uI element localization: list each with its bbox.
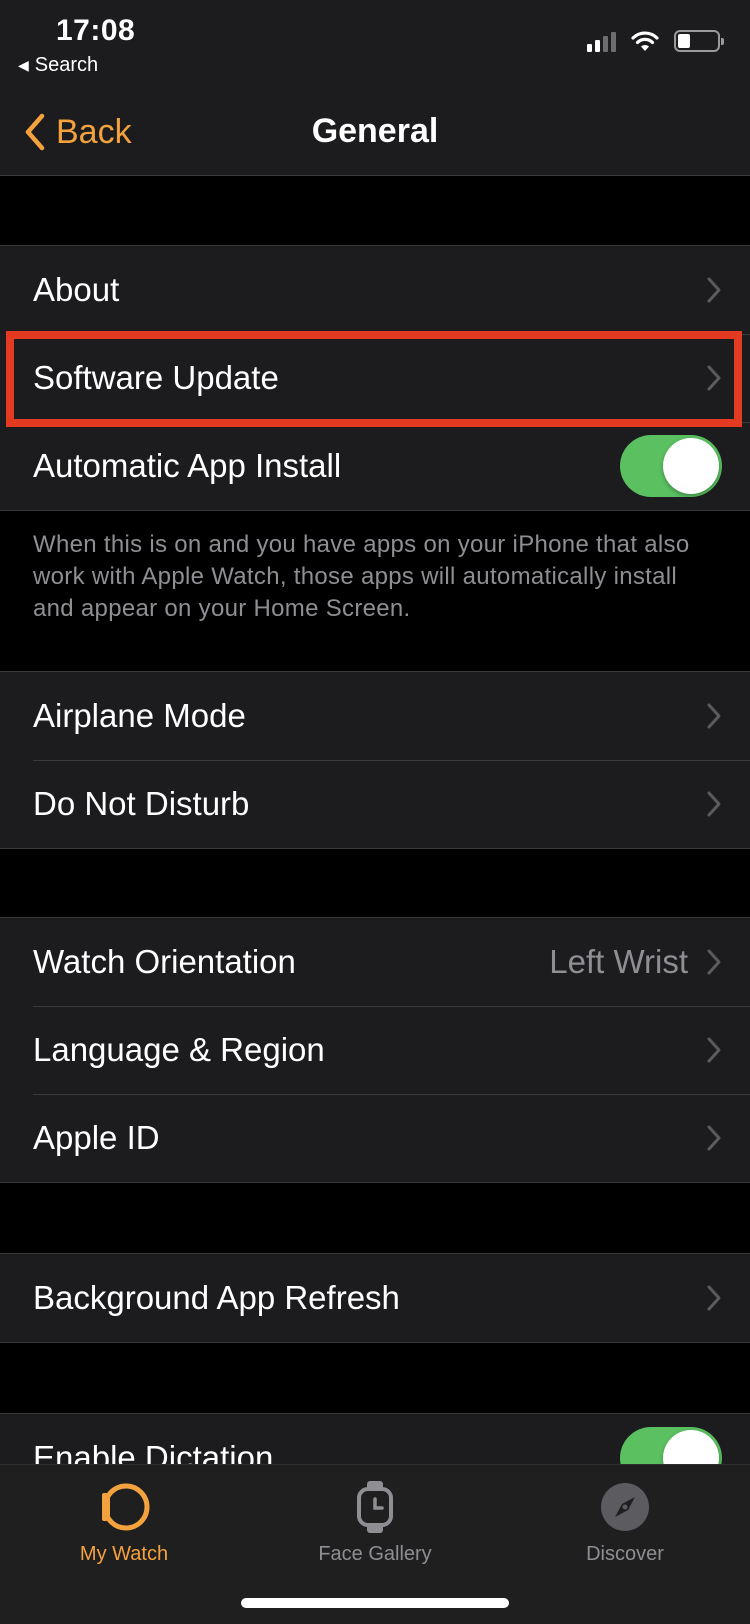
section-spacer <box>0 1343 750 1413</box>
chevron-right-icon <box>707 277 721 303</box>
row-apple-id[interactable]: Apple ID <box>0 1094 750 1182</box>
tab-my-watch-label: My Watch <box>79 1543 169 1565</box>
tab-discover-label: Discover <box>586 1543 664 1565</box>
chevron-right-icon <box>707 1037 721 1063</box>
row-about[interactable]: About <box>0 246 750 334</box>
row-do-not-disturb[interactable]: Do Not Disturb <box>0 760 750 848</box>
chevron-right-icon <box>707 1125 721 1151</box>
status-icons <box>587 30 724 52</box>
tab-bar: My Watch Face Gallery Discover <box>0 1464 750 1624</box>
row-language-region-label: Language & Region <box>33 1031 325 1068</box>
row-airplane-mode[interactable]: Airplane Mode <box>0 672 750 760</box>
row-automatic-app-install: Automatic App Install <box>0 422 750 510</box>
row-airplane-mode-label: Airplane Mode <box>33 697 246 734</box>
settings-list: About Software Update Automatic App Inst… <box>0 177 750 1503</box>
toggle-knob <box>663 438 719 494</box>
row-background-app-refresh-label: Background App Refresh <box>33 1279 400 1316</box>
automatic-app-install-footer: When this is on and you have apps on you… <box>33 531 690 622</box>
row-do-not-disturb-label: Do Not Disturb <box>33 785 250 822</box>
section-spacer <box>0 1183 750 1253</box>
refresh-group: Background App Refresh <box>0 1253 750 1343</box>
wifi-icon <box>631 31 659 51</box>
row-software-update-label: Software Update <box>33 359 279 396</box>
status-time: 17:08 <box>56 14 136 47</box>
watch-face-icon <box>357 1481 393 1533</box>
automatic-app-install-toggle[interactable] <box>620 435 722 497</box>
row-watch-orientation-label: Watch Orientation <box>33 943 296 980</box>
row-watch-orientation[interactable]: Watch Orientation Left Wrist <box>0 918 750 1006</box>
watch-icon <box>102 1483 150 1531</box>
chevron-right-icon <box>707 365 721 391</box>
back-app-label: Search <box>34 54 99 76</box>
chevron-right-icon <box>707 791 721 817</box>
status-bar: 17:08 ◀ Search <box>0 0 750 88</box>
battery-icon <box>674 30 724 52</box>
chevron-right-icon <box>707 1285 721 1311</box>
home-indicator[interactable] <box>241 1598 509 1608</box>
back-triangle-icon: ◀ <box>18 57 29 73</box>
compass-icon <box>601 1483 649 1531</box>
tab-my-watch[interactable]: My Watch <box>24 1477 224 1566</box>
connectivity-group: Airplane Mode Do Not Disturb <box>0 671 750 849</box>
general-group: About Software Update Automatic App Inst… <box>0 245 750 511</box>
back-to-app-link[interactable]: ◀ Search <box>18 54 98 77</box>
row-language-region[interactable]: Language & Region <box>0 1006 750 1094</box>
row-automatic-app-install-label: Automatic App Install <box>33 447 342 484</box>
row-background-app-refresh[interactable]: Background App Refresh <box>0 1254 750 1342</box>
section-spacer <box>0 849 750 917</box>
row-apple-id-label: Apple ID <box>33 1119 160 1156</box>
tab-face-gallery[interactable]: Face Gallery <box>275 1477 475 1566</box>
tab-discover[interactable]: Discover <box>525 1477 725 1566</box>
chevron-right-icon <box>707 703 721 729</box>
watch-orientation-value: Left Wrist <box>549 943 688 980</box>
section-spacer <box>0 177 750 245</box>
cellular-signal-icon <box>587 30 616 52</box>
tab-face-gallery-label: Face Gallery <box>318 1543 432 1565</box>
row-about-label: About <box>33 271 120 308</box>
page-title: General <box>311 112 439 150</box>
row-software-update[interactable]: Software Update <box>0 334 750 422</box>
orientation-group: Watch Orientation Left Wrist Language & … <box>0 917 750 1183</box>
chevron-right-icon <box>707 949 721 975</box>
navigation-bar: Back General <box>0 88 750 176</box>
